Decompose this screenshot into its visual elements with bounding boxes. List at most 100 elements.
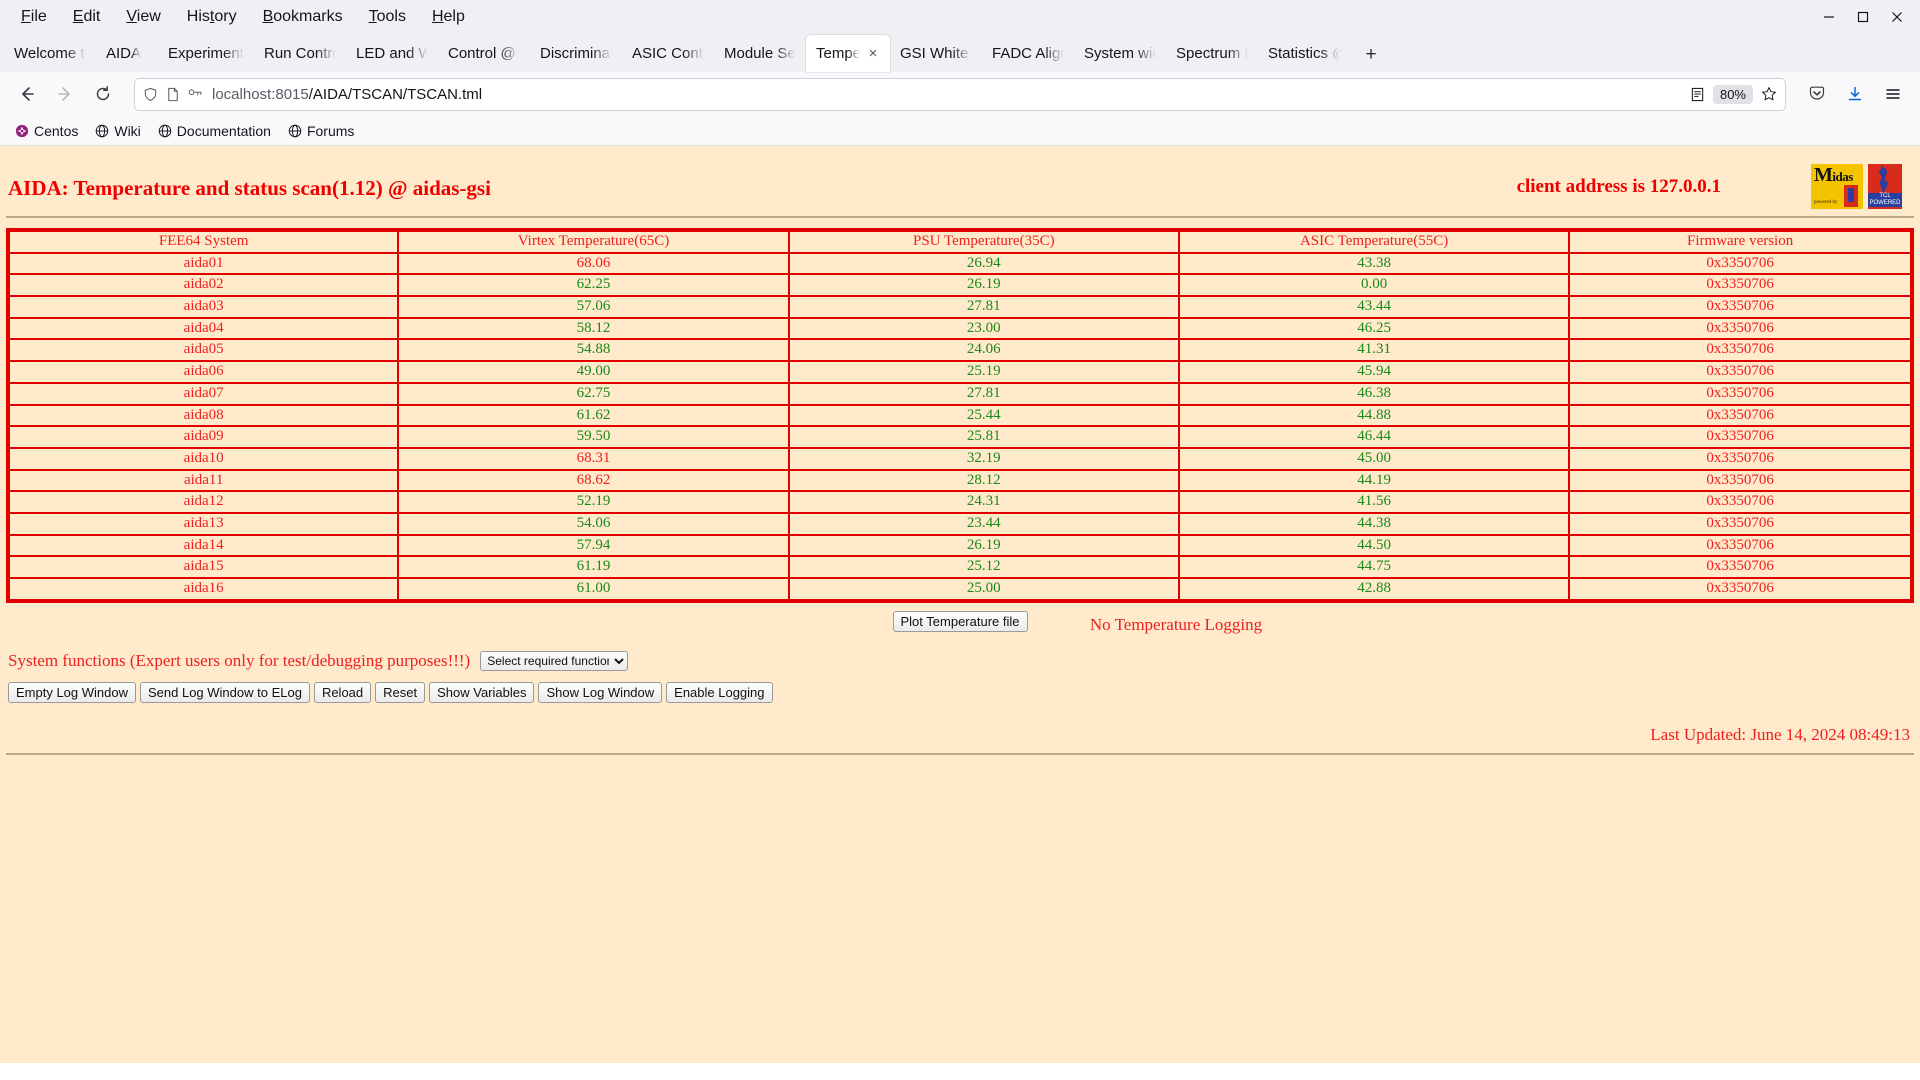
browser-tab[interactable]: FADC Align & Co (982, 35, 1074, 72)
browser-tab[interactable]: System wide Ch (1074, 35, 1166, 72)
bookmark-star-icon[interactable] (1761, 86, 1777, 102)
menu-help[interactable]: Help (419, 5, 478, 29)
menu-view[interactable]: View (113, 5, 173, 29)
cell-virtex-temperature: 54.06 (397, 511, 790, 536)
cell-firmware-version: 0x3350706 (1568, 425, 1913, 449)
url-text[interactable]: localhost:8015/AIDA/TSCAN/TSCAN.tml (212, 86, 1682, 103)
table-row: aida02 62.25 26.19 0.00 0x3350706 (6, 273, 1913, 298)
new-tab-button[interactable]: + (1354, 38, 1388, 72)
browser-tab[interactable]: ASIC Control @ (622, 35, 714, 72)
bookmark-label: Wiki (114, 122, 141, 139)
page-header: AIDA: Temperature and status scan(1.12) … (0, 146, 1920, 212)
forward-icon[interactable] (48, 77, 82, 111)
menu-tools[interactable]: Tools (356, 5, 419, 29)
midas-logo-sub: powered by (1814, 200, 1838, 205)
action-button-reset[interactable]: Reset (375, 681, 426, 703)
page-title: AIDA: Temperature and status scan(1.12) … (8, 176, 491, 200)
zoom-level-indicator[interactable]: 80% (1712, 84, 1753, 104)
cell-system: aida13 (6, 511, 400, 536)
menu-bookmarks[interactable]: Bookmarks (250, 5, 356, 29)
cell-system: aida10 (6, 446, 400, 471)
cell-asic-temperature: 45.00 (1177, 446, 1571, 471)
browser-tab-label: Module Settings (724, 45, 796, 62)
action-button-enable-logging[interactable]: Enable Logging (666, 681, 773, 703)
cell-firmware-version: 0x3350706 (1568, 468, 1913, 493)
cell-system: aida01 (6, 251, 400, 276)
last-updated-label: Last Updated: June 14, 2024 08:49:13 (1650, 724, 1910, 744)
tcl-logo-line1: TCL (1879, 193, 1891, 199)
cell-virtex-temperature: 61.19 (397, 555, 790, 579)
cell-virtex-temperature: 57.94 (397, 533, 790, 558)
reload-icon[interactable] (86, 77, 120, 111)
bookmark-item[interactable]: Wiki (88, 120, 147, 142)
tab-strip: Welcome to Cen AIDA Experiment Cont Run Con… (0, 33, 1920, 72)
function-select[interactable]: Select required function (480, 650, 629, 671)
browser-tab[interactable]: GSI White Rabbi (890, 35, 982, 72)
tab-close-icon[interactable]: × (866, 45, 880, 62)
browser-tab[interactable]: Module Settings (714, 35, 806, 72)
window-controls (1812, 0, 1914, 33)
toolbar-icons (1800, 77, 1910, 111)
browser-tab[interactable]: Control @ aidas (438, 35, 530, 72)
table-row: aida12 52.19 24.31 41.56 0x3350706 (6, 490, 1913, 514)
permissions-icon[interactable] (188, 87, 204, 101)
browser-tab[interactable]: Discriminator co (530, 35, 622, 72)
bookmark-item[interactable]: Documentation (151, 120, 278, 142)
table-column-header: Virtex Temperature(65C) (397, 229, 790, 254)
bookmark-item[interactable]: Centos (8, 120, 85, 142)
close-icon[interactable] (1880, 2, 1914, 32)
browser-tab[interactable]: Run Control @ a (254, 35, 346, 72)
downloads-icon[interactable] (1838, 77, 1872, 111)
cell-asic-temperature: 44.75 (1177, 555, 1571, 579)
back-icon[interactable] (10, 77, 44, 111)
url-host: localhost:8015 (212, 85, 309, 103)
table-row: aida08 61.62 25.44 44.88 0x3350706 (6, 403, 1913, 428)
cell-asic-temperature: 43.38 (1177, 251, 1571, 276)
cell-psu-temperature: 32.19 (787, 446, 1180, 471)
action-button-show-log-window[interactable]: Show Log Window (538, 681, 663, 703)
pocket-icon[interactable] (1800, 77, 1834, 111)
action-button-show-variables[interactable]: Show Variables (429, 681, 535, 703)
browser-tab-label: Spectrum Brows (1176, 45, 1248, 62)
maximize-icon[interactable] (1846, 2, 1880, 32)
browser-tab-label: Discriminator co (540, 45, 612, 62)
minimize-icon[interactable] (1812, 2, 1846, 32)
table-column-header: FEE64 System (6, 229, 400, 254)
cell-psu-temperature: 26.19 (787, 273, 1180, 298)
action-button-empty-log-window[interactable]: Empty Log Window (8, 681, 136, 703)
midas-logo-m: M (1814, 164, 1833, 186)
midas-logo-figure (1844, 185, 1858, 207)
browser-tab[interactable]: Spectrum Brows (1166, 35, 1258, 72)
cell-psu-temperature: 27.81 (787, 295, 1180, 319)
cell-psu-temperature: 25.44 (787, 403, 1180, 428)
cell-asic-temperature: 44.88 (1177, 403, 1571, 428)
app-menu-icon[interactable] (1876, 77, 1910, 111)
cell-system: aida15 (6, 555, 400, 579)
browser-tab[interactable]: Statistics @ aid (1258, 35, 1350, 72)
action-button-send-log-window-to-elog[interactable]: Send Log Window to ELog (140, 681, 310, 703)
cell-psu-temperature: 28.12 (787, 468, 1180, 493)
shield-icon (143, 87, 158, 102)
menu-edit[interactable]: Edit (60, 5, 114, 29)
midas-logo-rest: idas (1832, 169, 1853, 184)
browser-tab-label: Run Control @ a (264, 45, 336, 62)
cell-firmware-version: 0x3350706 (1568, 316, 1913, 341)
globe-icon (95, 124, 109, 138)
browser-tab[interactable]: Experiment Cont (158, 35, 254, 72)
address-bar[interactable]: localhost:8015/AIDA/TSCAN/TSCAN.tml 80% (134, 77, 1786, 111)
browser-tab[interactable]: LED and Wavefo (346, 35, 438, 72)
table-column-header: Firmware version (1568, 229, 1913, 254)
action-button-reload[interactable]: Reload (313, 681, 372, 703)
globe-icon (288, 124, 302, 138)
logo-group: Midas powered by TCL POWERED (1811, 162, 1902, 209)
bookmark-item[interactable]: Forums (281, 120, 361, 142)
browser-tab[interactable]: Welcome to Cen (4, 35, 96, 72)
cell-system: aida03 (6, 295, 400, 319)
system-functions-warning: System functions (Expert users only for … (8, 650, 471, 670)
browser-tab[interactable]: AIDA (96, 35, 158, 72)
menu-file[interactable]: File (8, 5, 60, 29)
menu-history[interactable]: History (174, 5, 250, 29)
reader-mode-icon[interactable] (1690, 87, 1705, 102)
browser-tab[interactable]: Temperature a × (806, 35, 890, 72)
cell-virtex-temperature: 52.19 (397, 490, 790, 514)
